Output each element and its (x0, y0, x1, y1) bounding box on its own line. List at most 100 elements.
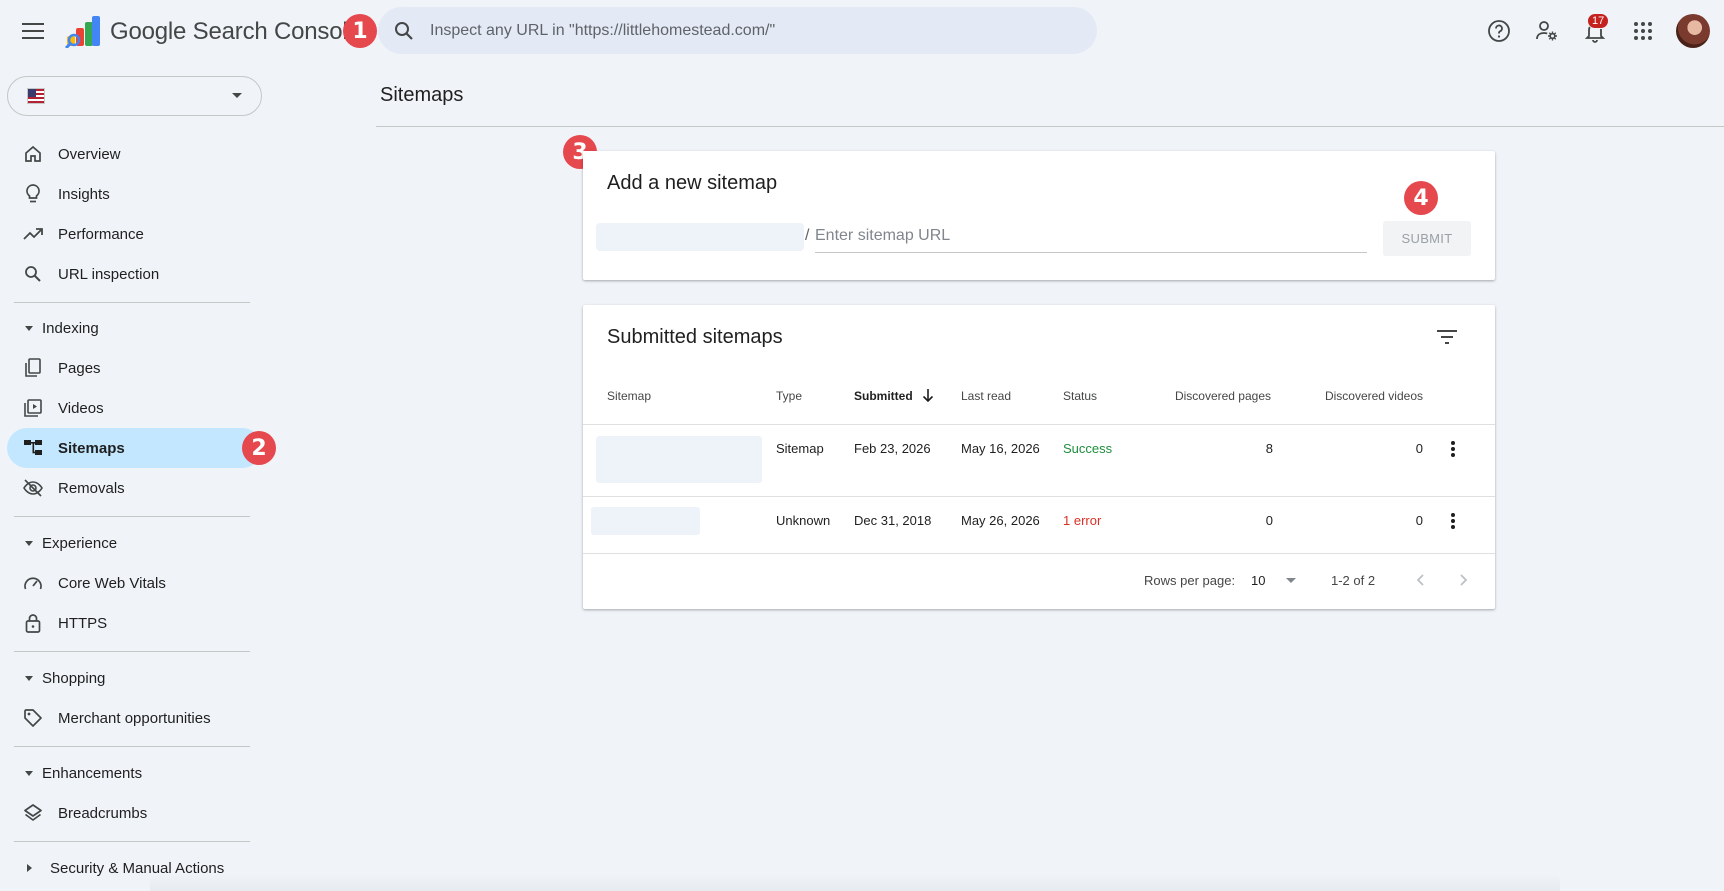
sidebar-item-pages[interactable]: Pages (7, 348, 262, 388)
discovered-videos-cell: 0 (1415, 513, 1423, 528)
caret-down-icon (25, 540, 33, 546)
url-inspection-input[interactable] (430, 21, 1070, 40)
sidebar-item-https[interactable]: HTTPS (7, 603, 262, 643)
column-header-last-read[interactable]: Last read (961, 389, 1011, 403)
sidebar-item-label: Removals (58, 479, 125, 497)
sidebar-item-url-inspection[interactable]: URL inspection (7, 254, 262, 294)
title-divider (376, 126, 1724, 127)
next-page-icon[interactable] (1453, 569, 1475, 591)
caret-down-icon (25, 325, 33, 331)
column-header-submitted-label: Submitted (854, 389, 913, 403)
add-sitemap-title: Add a new sitemap (607, 172, 778, 194)
sidebar-item-breadcrumbs[interactable]: Breadcrumbs (7, 793, 262, 833)
sidebar-item-label: Breadcrumbs (58, 804, 148, 822)
trending-up-icon (23, 224, 43, 244)
pagination-range: 1-2 of 2 (1331, 573, 1376, 588)
help-icon[interactable] (1484, 16, 1514, 46)
account-avatar[interactable] (1676, 14, 1710, 48)
sidebar-item-removals[interactable]: Removals (7, 468, 262, 508)
page-title: Sitemaps (380, 84, 464, 106)
rows-per-page-value: 10 (1251, 572, 1266, 588)
search-icon (378, 21, 430, 41)
sidebar-item-label: Performance (58, 225, 144, 243)
sort-arrow-down-icon (922, 389, 934, 405)
more-vert-icon[interactable] (1441, 509, 1465, 533)
annotation-badge-4: 4 (1404, 181, 1438, 215)
submitted-cell: Dec 31, 2018 (854, 513, 932, 528)
apps-grid-icon[interactable] (1628, 16, 1658, 46)
tag-icon (23, 708, 43, 728)
product-name: Google Search Console (110, 18, 361, 46)
column-header-type[interactable]: Type (776, 389, 802, 403)
type-cell: Unknown (776, 513, 831, 528)
sidebar-section-experience[interactable]: Experience (25, 531, 117, 555)
type-cell: Sitemap (776, 441, 824, 456)
sidebar-item-label: Videos (58, 399, 104, 417)
sitemap-url-cell[interactable] (591, 507, 700, 535)
annotation-badge-2: 2 (242, 431, 276, 465)
sidebar-item-insights[interactable]: Insights (7, 174, 262, 214)
row-divider (583, 553, 1495, 554)
sitemap-url-cell[interactable] (596, 436, 762, 483)
discovered-videos-cell: 0 (1415, 441, 1423, 456)
sidebar-divider (14, 746, 250, 747)
top-app-bar: Google Search Console 1 17 (0, 0, 1724, 62)
column-header-sitemap[interactable]: Sitemap (607, 389, 651, 403)
sidebar-item-videos[interactable]: Videos (7, 388, 262, 428)
discovered-pages-cell: 0 (1265, 513, 1273, 528)
status-cell-error[interactable]: 1 error (1063, 513, 1101, 528)
sidebar-divider (14, 651, 250, 652)
property-selector[interactable] (7, 76, 262, 116)
submitted-sitemaps-title: Submitted sitemaps (607, 326, 783, 348)
more-vert-icon[interactable] (1441, 437, 1465, 461)
video-library-icon (23, 398, 43, 418)
sidebar-section-shopping[interactable]: Shopping (25, 666, 105, 690)
sitemap-url-input[interactable] (815, 219, 1367, 253)
pages-icon (23, 358, 43, 378)
lightbulb-icon (23, 184, 43, 204)
rows-per-page-select[interactable]: 10 (1251, 569, 1307, 591)
chevron-down-icon (1286, 577, 1297, 583)
column-header-status[interactable]: Status (1063, 389, 1097, 403)
speed-gauge-icon (23, 573, 43, 593)
sidebar-item-sitemaps[interactable]: Sitemaps (7, 428, 262, 468)
url-slash: / (805, 227, 810, 244)
home-icon (23, 144, 43, 164)
manage-users-icon[interactable] (1532, 16, 1562, 46)
sidebar-item-label: Sitemaps (58, 439, 125, 457)
previous-page-icon[interactable] (1409, 569, 1431, 591)
submitted-sitemaps-card: Submitted sitemaps Sitemap Type Submitte… (583, 305, 1495, 609)
add-sitemap-card: Add a new sitemap / SUBMIT (583, 151, 1495, 280)
product-google: Google (110, 18, 187, 45)
bottom-shadow (150, 874, 1560, 891)
sitemap-icon (23, 438, 43, 458)
rows-per-page-label: Rows per page: (1144, 573, 1236, 588)
lock-icon (23, 613, 43, 633)
discovered-pages-cell: 8 (1265, 441, 1273, 456)
sidebar-section-label: Indexing (42, 319, 99, 337)
column-header-discovered-pages[interactable]: Discovered pages (1143, 389, 1271, 403)
column-header-submitted[interactable]: Submitted (854, 389, 934, 405)
filter-icon[interactable] (1433, 323, 1461, 351)
caret-down-icon (25, 675, 33, 681)
layers-icon (23, 803, 43, 823)
sidebar-item-label: Merchant opportunities (58, 709, 211, 727)
sidebar-section-indexing[interactable]: Indexing (25, 316, 99, 340)
url-inspection-search[interactable] (378, 7, 1097, 54)
notification-count-badge: 17 (1587, 13, 1610, 29)
sidebar-item-label: Insights (58, 185, 110, 203)
row-divider (583, 424, 1495, 425)
sidebar-item-overview[interactable]: Overview (7, 134, 262, 174)
sidebar-item-core-web-vitals[interactable]: Core Web Vitals (7, 563, 262, 603)
sidebar-item-performance[interactable]: Performance (7, 214, 262, 254)
sidebar-item-label: Overview (58, 145, 121, 163)
sidebar-item-merchant-opportunities[interactable]: Merchant opportunities (7, 698, 262, 738)
submitted-cell: Feb 23, 2026 (854, 441, 931, 456)
main-menu-icon[interactable] (18, 17, 48, 45)
caret-down-icon (25, 770, 33, 776)
sidebar-section-enhancements[interactable]: Enhancements (25, 761, 142, 785)
submit-sitemap-button[interactable]: SUBMIT (1383, 221, 1471, 256)
column-header-discovered-videos[interactable]: Discovered videos (1283, 389, 1423, 403)
sidebar-section-label: Shopping (42, 669, 106, 687)
last-read-cell: May 26, 2026 (961, 513, 1040, 528)
